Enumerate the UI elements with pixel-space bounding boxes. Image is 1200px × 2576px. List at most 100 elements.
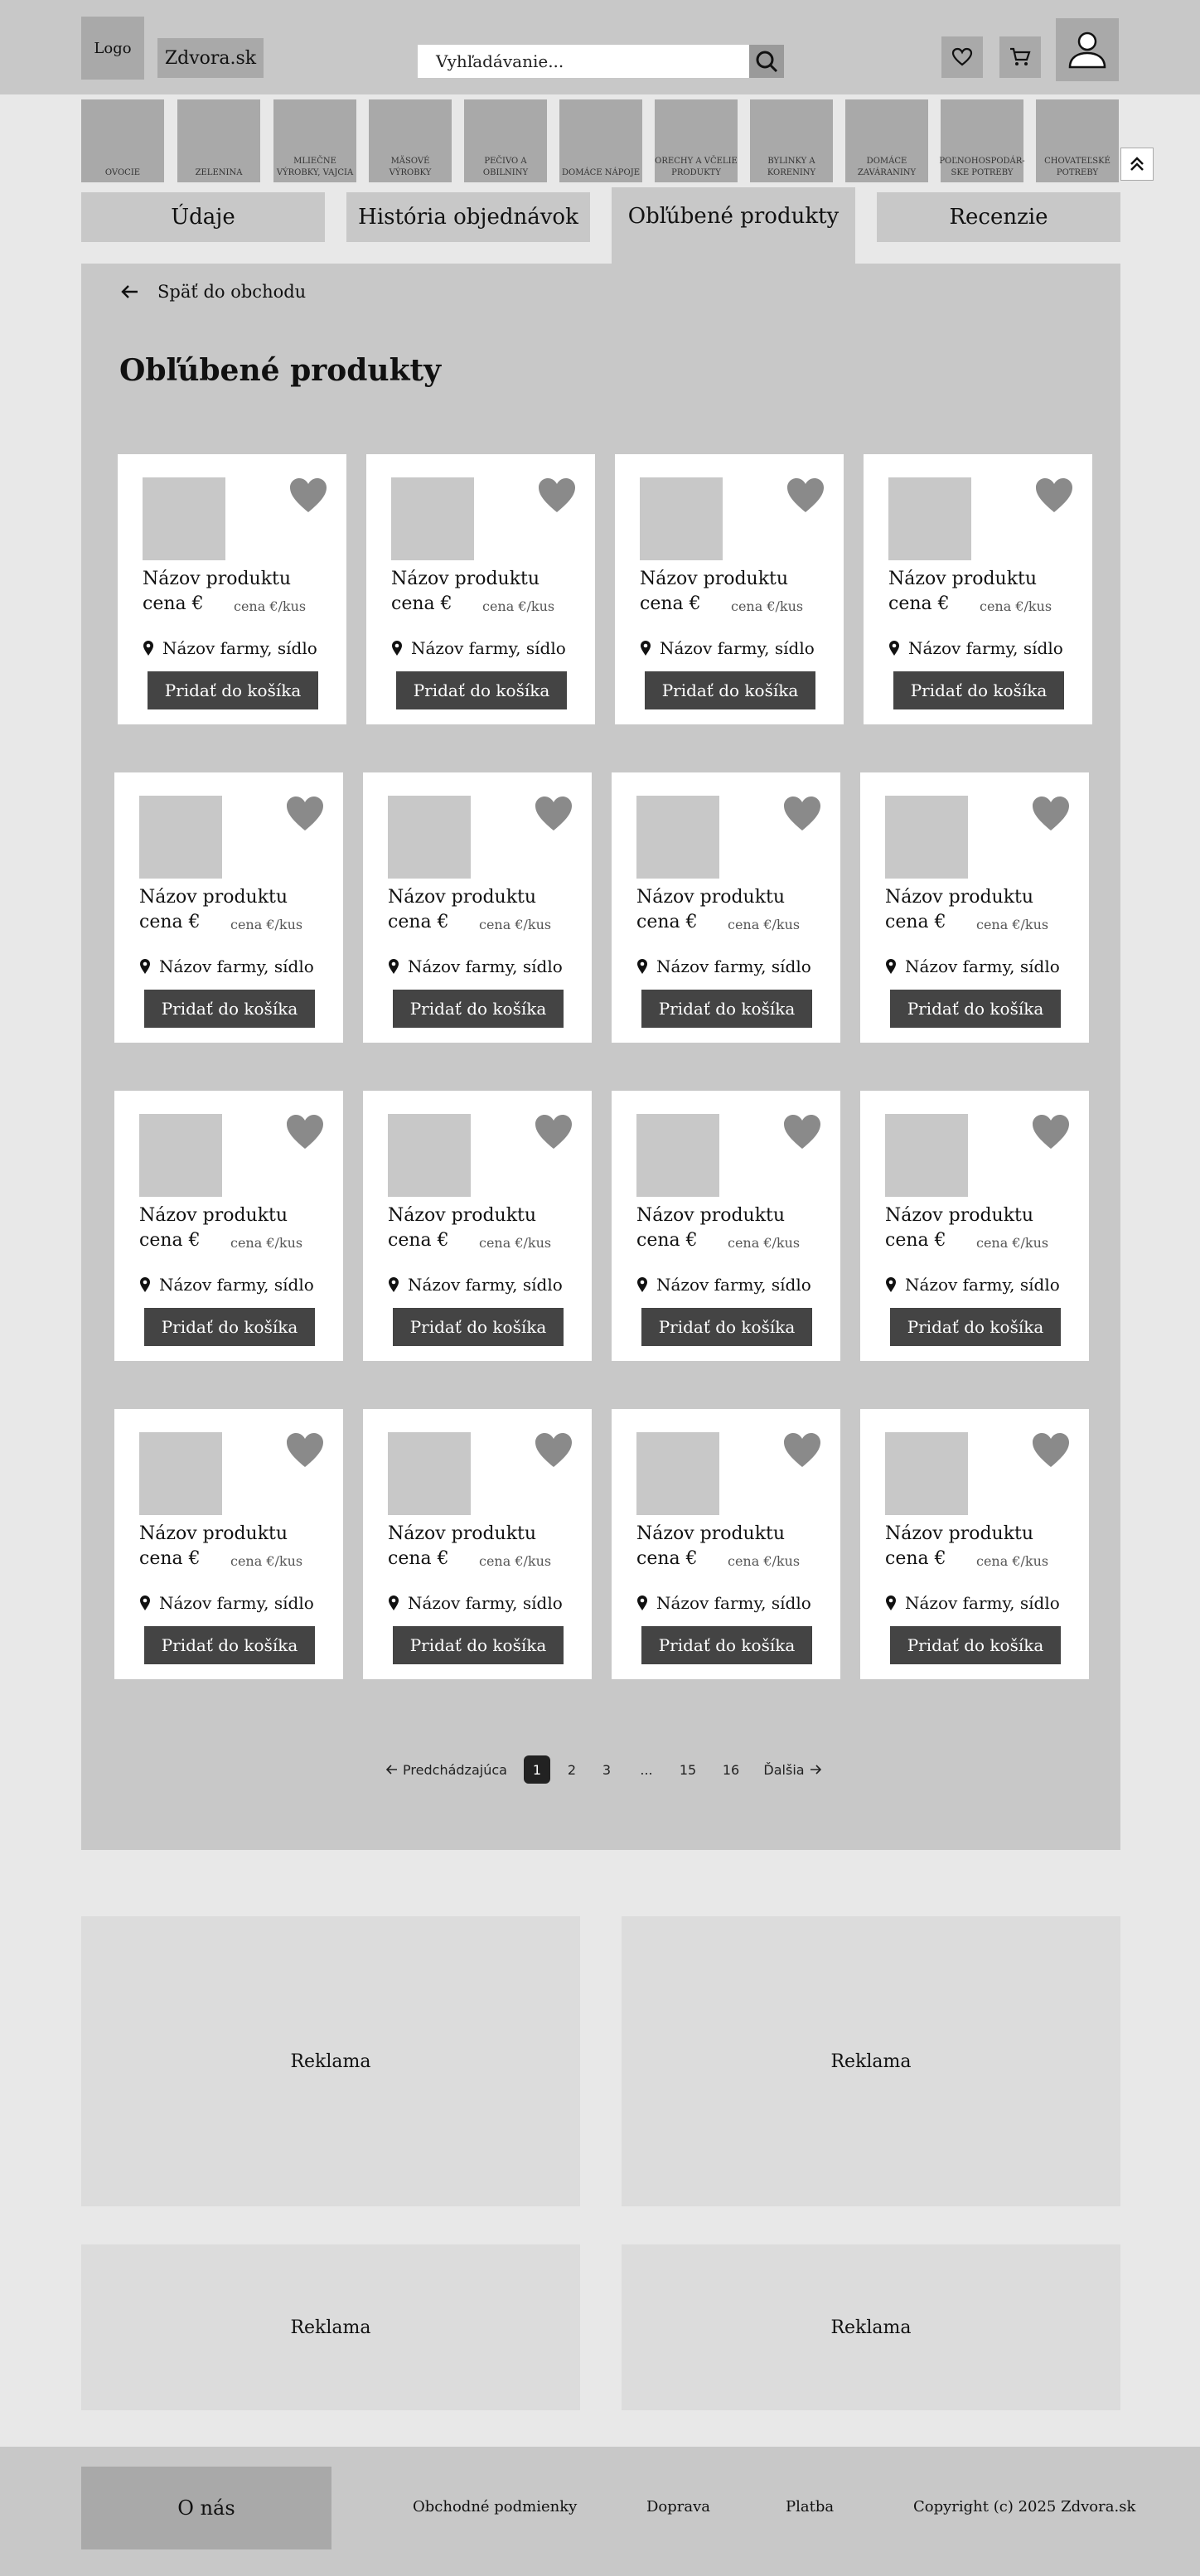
- product-card[interactable]: Názov produktu cena € cena €/kus Názov farm…: [612, 772, 840, 1043]
- tab-recenzie[interactable]: Recenzie: [877, 192, 1120, 242]
- back-to-shop-link[interactable]: Späť do obchodu: [121, 282, 306, 302]
- tab-udaje[interactable]: Údaje: [81, 192, 325, 242]
- pagination-page[interactable]: 3: [593, 1755, 620, 1784]
- product-name[interactable]: Názov produktu: [636, 1523, 785, 1544]
- favorite-toggle[interactable]: [534, 1432, 573, 1469]
- add-to-cart-button[interactable]: Pridať do košíka: [890, 1626, 1061, 1664]
- product-farm[interactable]: Názov farmy, sídlo: [636, 956, 811, 976]
- product-name[interactable]: Názov produktu: [640, 569, 788, 589]
- product-card[interactable]: Názov produktu cena € cena €/kus Názov farm…: [114, 772, 343, 1043]
- favorite-toggle[interactable]: [782, 1432, 822, 1469]
- product-farm[interactable]: Názov farmy, sídlo: [139, 1275, 314, 1295]
- add-to-cart-button[interactable]: Pridať do košíka: [641, 1626, 812, 1664]
- favorite-toggle[interactable]: [285, 796, 325, 832]
- category-item[interactable]: CHOVATEĽSKÉ POTREBY: [1036, 99, 1119, 182]
- add-to-cart-button[interactable]: Pridať do košíka: [890, 1308, 1061, 1346]
- product-farm[interactable]: Názov farmy, sídlo: [636, 1275, 811, 1295]
- product-card[interactable]: Názov produktu cena € cena €/kus Názov farm…: [864, 454, 1092, 724]
- product-name[interactable]: Názov produktu: [885, 887, 1033, 908]
- category-item[interactable]: MÄSOVÉ VÝROBKY: [369, 99, 452, 182]
- footer-link-payment[interactable]: Platba: [786, 2498, 834, 2515]
- add-to-cart-button[interactable]: Pridať do košíka: [393, 1308, 564, 1346]
- tab-historia-objednavok[interactable]: História objednávok: [346, 192, 590, 242]
- category-item[interactable]: DOMÁCE NÁPOJE: [559, 99, 642, 182]
- favorite-toggle[interactable]: [534, 796, 573, 832]
- add-to-cart-button[interactable]: Pridať do košíka: [641, 1308, 812, 1346]
- favorite-toggle[interactable]: [786, 477, 825, 514]
- product-image[interactable]: [885, 1114, 968, 1197]
- add-to-cart-button[interactable]: Pridať do košíka: [144, 1626, 315, 1664]
- product-card[interactable]: Názov produktu cena € cena €/kus Názov farm…: [366, 454, 595, 724]
- product-name[interactable]: Názov produktu: [391, 569, 540, 589]
- cart-button[interactable]: [999, 36, 1041, 78]
- product-card[interactable]: Názov produktu cena € cena €/kus Názov farm…: [118, 454, 346, 724]
- add-to-cart-button[interactable]: Pridať do košíka: [641, 990, 812, 1028]
- category-item[interactable]: POĽNOHOSPODÁR-SKE POTREBY: [939, 99, 1025, 182]
- product-image[interactable]: [885, 1432, 968, 1515]
- footer-link-terms[interactable]: Obchodné podmienky: [413, 2498, 577, 2515]
- product-name[interactable]: Názov produktu: [388, 887, 536, 908]
- tab-oblubene-produkty[interactable]: Obľúbené produkty: [612, 187, 855, 267]
- product-card[interactable]: Názov produktu cena € cena €/kus Názov farm…: [363, 1091, 592, 1361]
- product-image[interactable]: [139, 1114, 222, 1197]
- product-farm[interactable]: Názov farmy, sídlo: [139, 956, 314, 976]
- product-farm[interactable]: Názov farmy, sídlo: [640, 638, 815, 658]
- ad-banner[interactable]: Reklama: [81, 2244, 580, 2410]
- category-item[interactable]: ORECHY A VČELIE PRODUKTY: [655, 99, 738, 182]
- product-card[interactable]: Názov produktu cena € cena €/kus Názov farm…: [612, 1091, 840, 1361]
- product-name[interactable]: Názov produktu: [388, 1205, 536, 1226]
- add-to-cart-button[interactable]: Pridať do košíka: [393, 1626, 564, 1664]
- category-item[interactable]: ZELENINA: [177, 99, 260, 182]
- category-item[interactable]: MLIEČNE VÝROBKY, VAJCIA: [273, 99, 356, 182]
- product-farm[interactable]: Názov farmy, sídlo: [636, 1593, 811, 1613]
- add-to-cart-button[interactable]: Pridať do košíka: [148, 671, 318, 709]
- product-farm[interactable]: Názov farmy, sídlo: [388, 1593, 563, 1613]
- product-card[interactable]: Názov produktu cena € cena €/kus Názov farm…: [114, 1091, 343, 1361]
- footer-link-delivery[interactable]: Doprava: [646, 2498, 710, 2515]
- favorite-toggle[interactable]: [285, 1432, 325, 1469]
- ad-banner[interactable]: Reklama: [622, 2244, 1120, 2410]
- product-farm[interactable]: Názov farmy, sídlo: [885, 1593, 1060, 1613]
- pagination-page[interactable]: 16: [718, 1755, 744, 1784]
- product-name[interactable]: Názov produktu: [885, 1523, 1033, 1544]
- product-card[interactable]: Názov produktu cena € cena €/kus Názov farm…: [114, 1409, 343, 1679]
- product-farm[interactable]: Názov farmy, sídlo: [139, 1593, 314, 1613]
- product-card[interactable]: Názov produktu cena € cena €/kus Názov farm…: [363, 772, 592, 1043]
- favorite-toggle[interactable]: [782, 796, 822, 832]
- product-farm[interactable]: Názov farmy, sídlo: [885, 1275, 1060, 1295]
- category-item[interactable]: DOMÁCE ZAVÁRANINY: [845, 99, 928, 182]
- product-image[interactable]: [391, 477, 474, 560]
- favorite-toggle[interactable]: [1031, 1432, 1071, 1469]
- product-name[interactable]: Názov produktu: [388, 1523, 536, 1544]
- favorite-toggle[interactable]: [1031, 1114, 1071, 1150]
- product-image[interactable]: [143, 477, 225, 560]
- user-account-button[interactable]: [1056, 18, 1119, 81]
- ad-banner[interactable]: Reklama: [81, 1916, 580, 2206]
- add-to-cart-button[interactable]: Pridať do košíka: [890, 990, 1061, 1028]
- product-farm[interactable]: Názov farmy, sídlo: [388, 956, 563, 976]
- pagination-page[interactable]: 1: [524, 1755, 550, 1784]
- product-card[interactable]: Názov produktu cena € cena €/kus Názov farm…: [860, 772, 1089, 1043]
- product-card[interactable]: Názov produktu cena € cena €/kus Názov farm…: [612, 1409, 840, 1679]
- product-farm[interactable]: Názov farmy, sídlo: [391, 638, 566, 658]
- product-farm[interactable]: Názov farmy, sídlo: [388, 1275, 563, 1295]
- product-image[interactable]: [888, 477, 971, 560]
- product-image[interactable]: [139, 796, 222, 879]
- pagination-next[interactable]: Ďalšia: [759, 1755, 825, 1784]
- logo[interactable]: Logo: [81, 17, 144, 80]
- product-name[interactable]: Názov produktu: [143, 569, 291, 589]
- favorite-toggle[interactable]: [288, 477, 328, 514]
- product-image[interactable]: [640, 477, 723, 560]
- product-farm[interactable]: Názov farmy, sídlo: [143, 638, 317, 658]
- product-card[interactable]: Názov produktu cena € cena €/kus Názov farm…: [860, 1409, 1089, 1679]
- add-to-cart-button[interactable]: Pridať do košíka: [393, 990, 564, 1028]
- pagination-page[interactable]: 15: [675, 1755, 701, 1784]
- add-to-cart-button[interactable]: Pridať do košíka: [396, 671, 567, 709]
- favorite-toggle[interactable]: [537, 477, 577, 514]
- add-to-cart-button[interactable]: Pridať do košíka: [893, 671, 1064, 709]
- product-image[interactable]: [388, 1432, 471, 1515]
- product-card[interactable]: Názov produktu cena € cena €/kus Názov farm…: [363, 1409, 592, 1679]
- favorite-toggle[interactable]: [285, 1114, 325, 1150]
- product-name[interactable]: Názov produktu: [636, 887, 785, 908]
- favorite-toggle[interactable]: [1031, 796, 1071, 832]
